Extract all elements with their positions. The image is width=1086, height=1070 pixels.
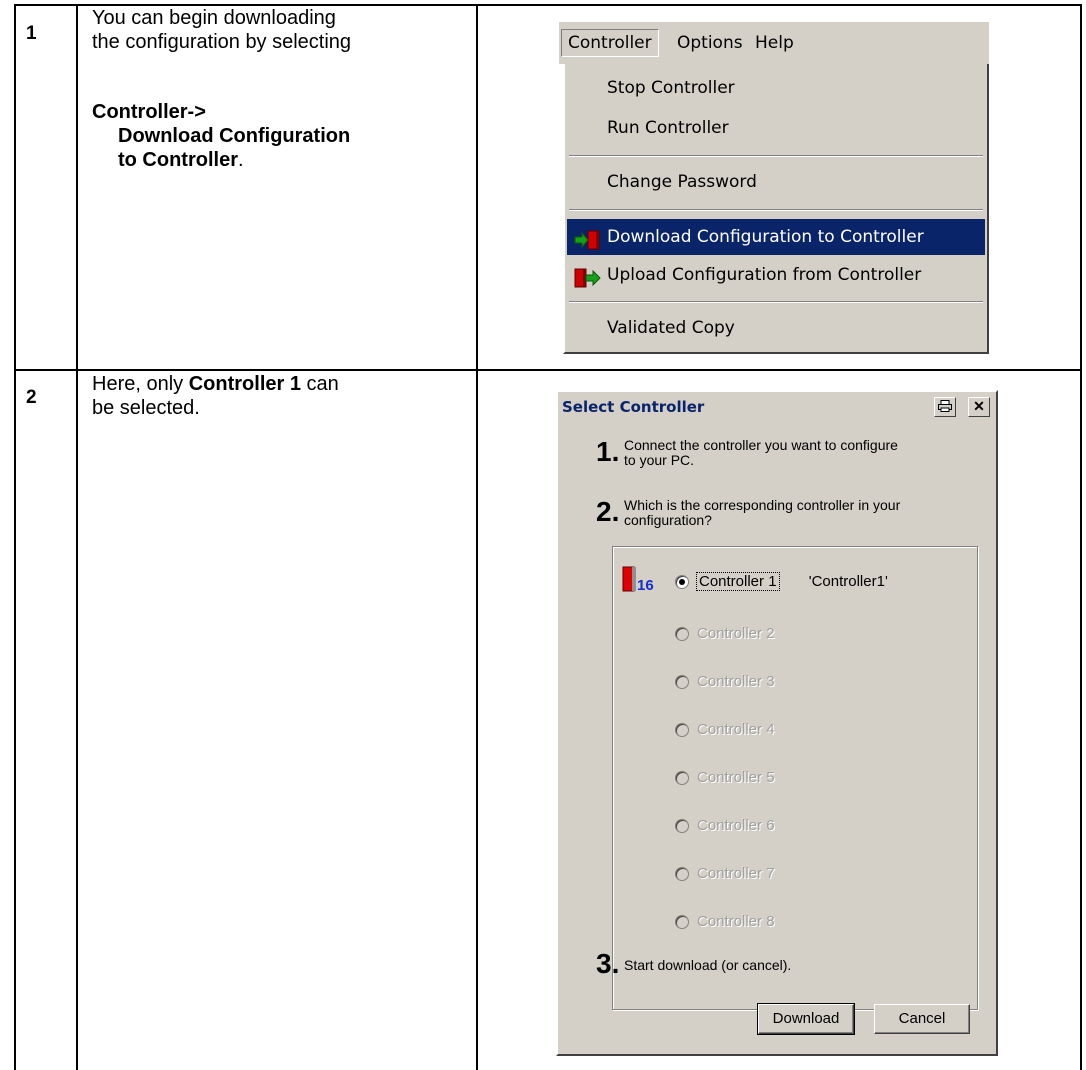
row-2-text-pre: Here, only: [92, 373, 189, 395]
menu-path-to-controller: to Controller: [118, 149, 238, 171]
menu-item-label: Change Password: [607, 172, 757, 192]
menu-item-change-password[interactable]: Change Password: [567, 164, 985, 200]
radio-label: Controller 6: [697, 817, 775, 834]
radio-controller-8[interactable]: Controller 8: [675, 911, 775, 933]
radio-button[interactable]: [675, 675, 689, 690]
menu-item-upload-configuration[interactable]: Upload Configuration from Controller: [567, 257, 985, 293]
radio-button[interactable]: [675, 867, 689, 882]
row-2-line-2: be selected.: [92, 397, 200, 419]
menu-path-period: .: [238, 149, 244, 171]
download-config-icon: [573, 227, 603, 250]
radio-button[interactable]: [675, 723, 689, 738]
step-3-number: 3.: [596, 948, 620, 979]
radio-label: Controller 4: [697, 721, 775, 738]
radio-button[interactable]: [675, 575, 689, 590]
menubar-help[interactable]: Help: [749, 30, 800, 56]
radio-label: Controller 5: [697, 769, 775, 786]
step-2-number: 2.: [596, 496, 620, 527]
radio-button[interactable]: [675, 915, 689, 930]
radio-label: Controller 7: [697, 865, 775, 882]
table-col-divider-2: [476, 4, 478, 1070]
row-1-number: 1: [26, 23, 37, 44]
radio-controller-6[interactable]: Controller 6: [675, 815, 775, 837]
select-controller-dialog: Select Controller ✕ 1. Connect the contr…: [556, 390, 998, 1056]
upload-config-icon: [573, 265, 603, 288]
menu-item-download-configuration[interactable]: Download Configuration to Controller: [567, 219, 985, 255]
menu-path-download: Download Configuration: [118, 125, 351, 147]
step-2-text-line-2: configuration?: [624, 512, 712, 528]
controller-dropdown-menu: Stop Controller Run Controller Change Pa…: [563, 64, 989, 354]
table-border-left: [14, 4, 16, 1070]
close-icon[interactable]: ✕: [968, 397, 990, 417]
row-2-number: 2: [26, 387, 37, 408]
dialog-title: Select Controller: [562, 398, 705, 416]
table-border-right: [1080, 4, 1082, 1070]
menu-bar: Controller Options Help: [559, 22, 989, 64]
menu-item-label: Upload Configuration from Controller: [607, 265, 922, 285]
row-1-line-2: the configuration by selecting: [92, 31, 352, 53]
table-row-divider: [14, 369, 1082, 371]
download-button[interactable]: Download: [757, 1003, 855, 1035]
radio-controller-4[interactable]: Controller 4: [675, 719, 775, 741]
step-2-text-line-1: Which is the corresponding controller in…: [624, 497, 901, 513]
row-1-menu-path: Controller-> Download Configuration to C…: [92, 100, 472, 172]
menu-separator: [569, 301, 983, 303]
dialog-title-bar: Select Controller ✕: [560, 394, 994, 420]
radio-label: Controller 2: [697, 625, 775, 642]
controller-1-name: 'Controller1': [808, 573, 888, 590]
menubar-options[interactable]: Options: [671, 30, 749, 56]
menu-item-label: Run Controller: [607, 118, 729, 138]
radio-button[interactable]: [675, 627, 689, 642]
menu-separator: [569, 209, 983, 211]
menubar-controller[interactable]: Controller: [561, 29, 659, 57]
radio-controller-7[interactable]: Controller 7: [675, 863, 775, 885]
table-col-divider-1: [76, 4, 78, 1070]
radio-controller-3[interactable]: Controller 3: [675, 671, 775, 693]
step-1-text-line-2: to your PC.: [624, 452, 695, 468]
menu-item-validated-copy[interactable]: Validated Copy: [567, 310, 985, 346]
menu-item-stop-controller[interactable]: Stop Controller: [567, 70, 985, 106]
step-1-text-line-1: Connect the controller you want to confi…: [624, 437, 898, 453]
step-1-number: 1.: [596, 436, 620, 467]
row-1-line-1: You can begin downloading: [92, 7, 336, 29]
controller-icon-badge: 16: [637, 577, 654, 594]
menu-separator: [569, 155, 983, 157]
menu-item-label: Stop Controller: [607, 78, 735, 98]
print-icon[interactable]: [934, 397, 956, 417]
radio-controller-2[interactable]: Controller 2: [675, 623, 775, 645]
radio-button[interactable]: [675, 819, 689, 834]
step-3-text: Start download (or cancel).: [624, 957, 792, 973]
menu-item-label: Download Configuration to Controller: [607, 227, 924, 247]
cancel-button[interactable]: Cancel: [874, 1004, 970, 1034]
radio-label: Controller 1: [696, 572, 780, 591]
menu-item-run-controller[interactable]: Run Controller: [567, 110, 985, 146]
menu-path-controller: Controller->: [92, 101, 206, 123]
row-1-instruction: You can begin downloading the configurat…: [92, 6, 472, 54]
radio-label: Controller 8: [697, 913, 775, 930]
radio-label: Controller 3: [697, 673, 775, 690]
radio-controller-5[interactable]: Controller 5: [675, 767, 775, 789]
menu-item-label: Validated Copy: [607, 318, 735, 338]
radio-button[interactable]: [675, 771, 689, 786]
row-2-text-post: can: [300, 373, 339, 395]
row-2-instruction: Here, only Controller 1 can be selected.: [92, 372, 472, 420]
step-1-text: Connect the controller you want to confi…: [624, 438, 898, 468]
controller-options-group: 16 Controller 1 'Controller1' Controller…: [612, 546, 978, 1010]
radio-controller-1[interactable]: Controller 1 'Controller1': [675, 571, 888, 593]
row-2-text-bold: Controller 1: [188, 373, 301, 395]
step-2-text: Which is the corresponding controller in…: [624, 498, 900, 528]
